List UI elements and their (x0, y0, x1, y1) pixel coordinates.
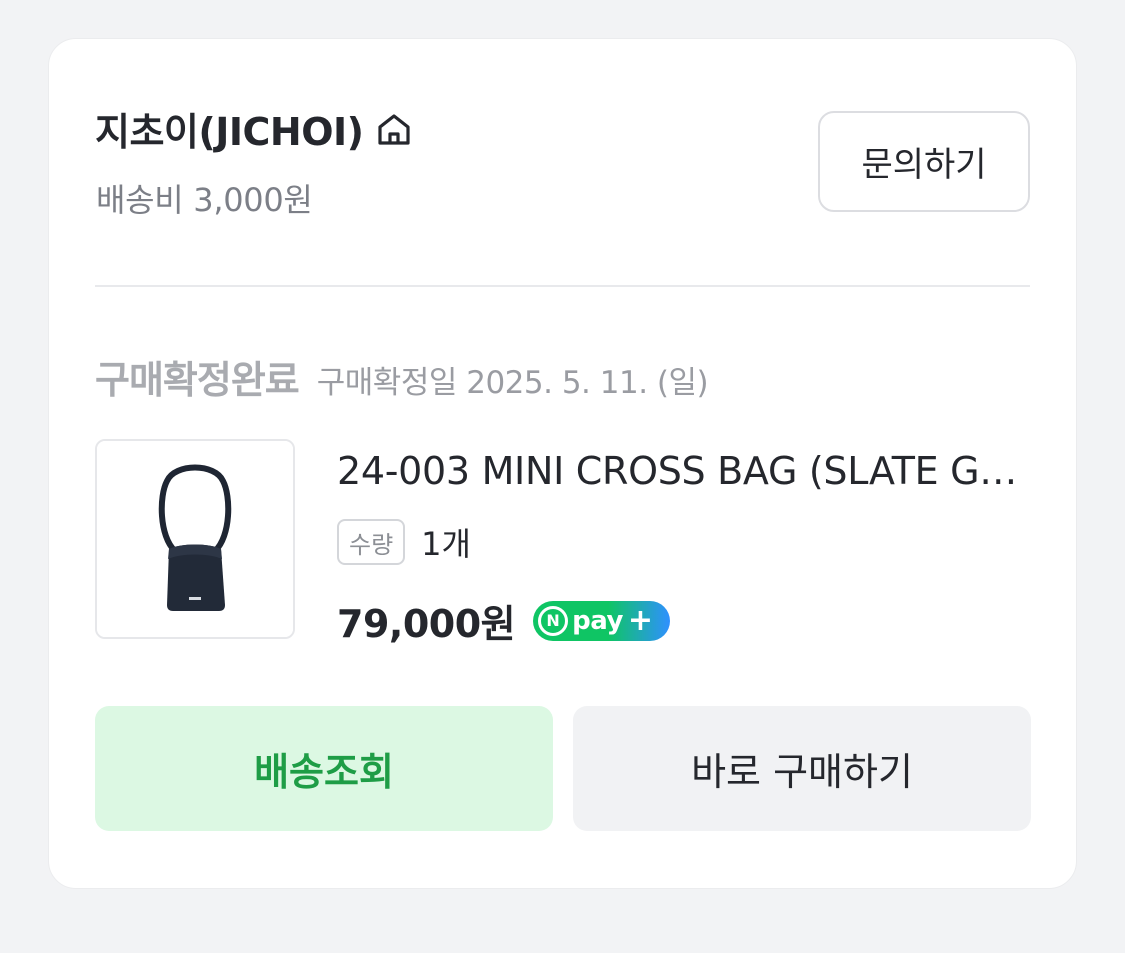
price-row: 79,000원 N pay + (337, 593, 671, 648)
product-price: 79,000원 (337, 602, 516, 646)
inquiry-button[interactable]: 문의하기 (818, 111, 1030, 212)
order-card: 지초이(JICHOI) 배송비 3,000원 문의하기 구매확정완료 구매확정일… (48, 38, 1077, 889)
bag-image (97, 441, 293, 637)
quantity-badge: 수량 (337, 519, 406, 565)
seller-name[interactable]: 지초이(JICHOI) (95, 101, 364, 156)
product-name[interactable]: 24-003 MINI CROSS BAG (SLATE GRAY) (337, 449, 1032, 493)
buy-again-button[interactable]: 바로 구매하기 (573, 706, 1031, 831)
order-status: 구매확정완료 (95, 358, 300, 402)
order-status-row: 구매확정완료 구매확정일 2025. 5. 11. (일) (95, 349, 709, 404)
seller-header[interactable]: 지초이(JICHOI) (95, 101, 414, 156)
product-image[interactable] (95, 439, 295, 639)
npay-text: pay (572, 605, 623, 636)
npay-n-icon: N (538, 605, 569, 636)
home-icon[interactable] (374, 109, 414, 149)
quantity-row: 수량 1개 (337, 519, 471, 565)
npay-plus-badge: N pay + (533, 600, 671, 641)
track-delivery-button[interactable]: 배송조회 (95, 706, 553, 831)
plus-icon: + (627, 602, 654, 638)
confirm-date: 구매확정일 2025. 5. 11. (일) (316, 365, 709, 401)
divider (95, 285, 1030, 287)
quantity-value: 1개 (421, 525, 471, 563)
shipping-fee: 배송비 3,000원 (96, 181, 313, 219)
